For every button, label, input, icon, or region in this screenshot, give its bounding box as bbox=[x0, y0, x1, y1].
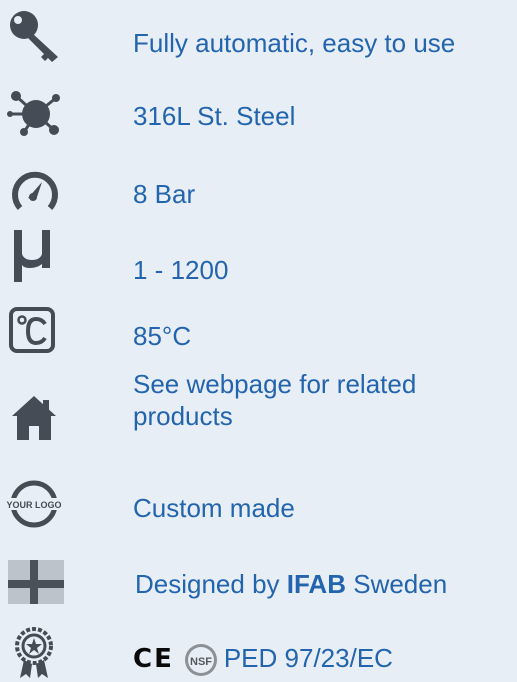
brand-name: IFAB bbox=[286, 569, 346, 599]
molecule-icon bbox=[2, 84, 66, 144]
nsf-logo: NSF bbox=[184, 643, 218, 677]
feature-label: 85°C bbox=[133, 321, 192, 351]
feature-label: 316L St. Steel bbox=[133, 101, 296, 131]
nsf-text: NSF bbox=[190, 656, 212, 668]
your-logo-icon: YOUR LOGO bbox=[2, 474, 66, 534]
feature-label: See webpage for related products bbox=[133, 369, 417, 431]
feature-label: Custom made bbox=[133, 493, 295, 523]
feature-label: Designed by IFAB Sweden bbox=[135, 568, 509, 600]
micro-icon bbox=[2, 224, 66, 284]
country-text: Sweden bbox=[346, 569, 448, 599]
ce-mark: CE bbox=[133, 644, 174, 674]
feature-label: Fully automatic, easy to use bbox=[133, 28, 456, 58]
ped-text: PED 97/23/EC bbox=[223, 643, 393, 673]
designed-by-text: Designed by bbox=[135, 569, 287, 599]
sweden-flag-icon bbox=[2, 548, 66, 608]
pressure-gauge-icon bbox=[2, 160, 66, 220]
temperature-celsius-icon bbox=[2, 304, 66, 364]
feature-label: 1 - 1200 bbox=[133, 255, 229, 285]
certificate-icon bbox=[2, 622, 66, 682]
feature-label: CE NSF PED 97/23/EC bbox=[133, 642, 509, 677]
feature-label: 8 Bar bbox=[133, 179, 196, 209]
your-logo-text: YOUR LOGO bbox=[6, 500, 61, 510]
key-icon bbox=[2, 5, 66, 65]
home-icon bbox=[2, 388, 66, 448]
